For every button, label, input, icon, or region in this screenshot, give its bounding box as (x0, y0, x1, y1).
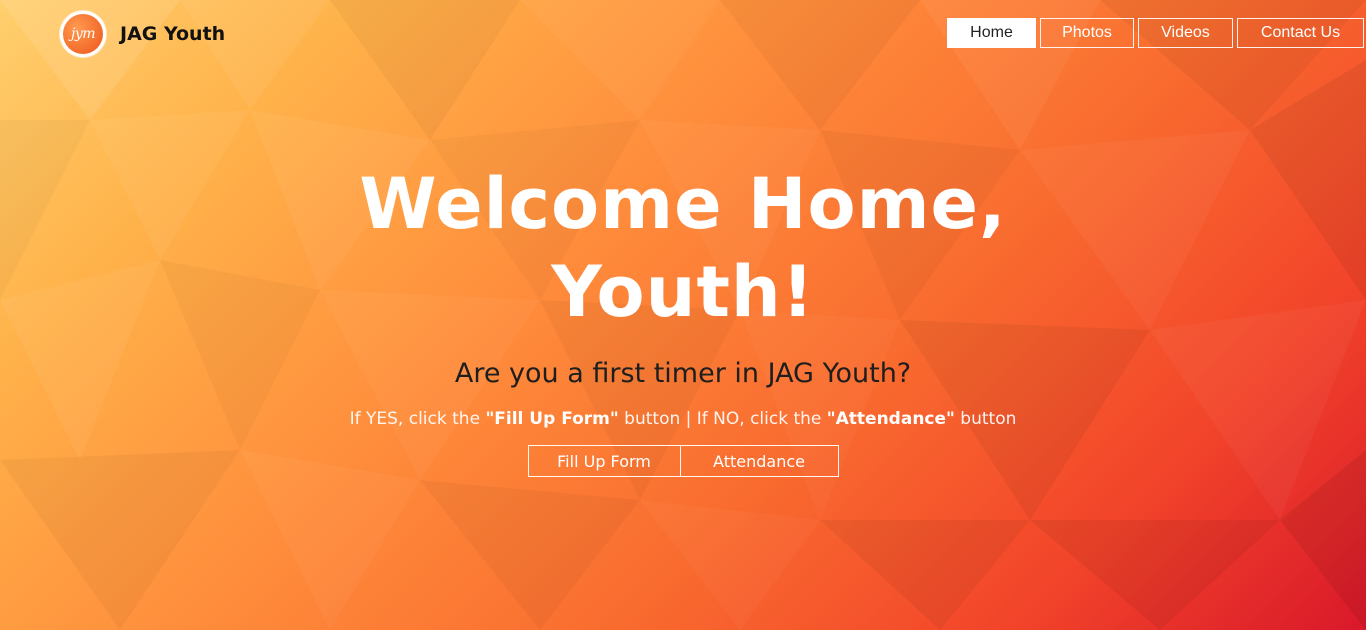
instructions-part2: button | If NO, click the (618, 409, 827, 429)
hero-instructions: If YES, click the "Fill Up Form" button … (0, 409, 1366, 429)
brand[interactable]: jym JAG Youth (60, 11, 225, 57)
logo-mark: jym (63, 14, 103, 54)
attendance-button[interactable]: Attendance (680, 445, 839, 477)
instructions-highlight-attendance: "Attendance" (826, 409, 955, 429)
instructions-highlight-fill: "Fill Up Form" (485, 409, 619, 429)
nav-home[interactable]: Home (947, 18, 1036, 48)
logo[interactable]: jym (60, 11, 106, 57)
hero-title-line2: Youth! (551, 251, 815, 333)
hero: Welcome Home, Youth! Are you a first tim… (0, 160, 1366, 477)
page: jym JAG Youth Home Photos Videos Contact… (0, 0, 1366, 630)
hero-title-line1: Welcome Home, (359, 163, 1007, 245)
instructions-part3: button (954, 409, 1017, 429)
fill-up-form-button[interactable]: Fill Up Form (527, 445, 681, 477)
cta-group: Fill Up Form Attendance (0, 445, 1366, 477)
hero-title: Welcome Home, Youth! (0, 160, 1366, 336)
brand-name[interactable]: JAG Youth (120, 23, 225, 45)
nav-contact-us[interactable]: Contact Us (1237, 18, 1364, 48)
nav-videos[interactable]: Videos (1138, 18, 1233, 48)
hero-question: Are you a first timer in JAG Youth? (454, 358, 912, 389)
instructions-part1: If YES, click the (349, 409, 486, 429)
main-nav: Home Photos Videos Contact Us (947, 18, 1364, 48)
nav-photos[interactable]: Photos (1040, 18, 1134, 48)
